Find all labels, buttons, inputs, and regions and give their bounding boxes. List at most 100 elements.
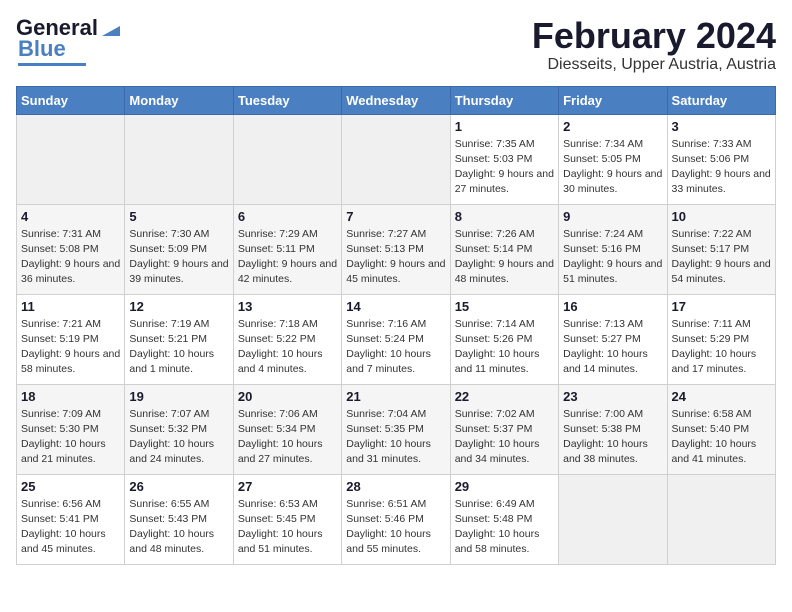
- header-cell-thursday: Thursday: [450, 86, 558, 114]
- header-cell-wednesday: Wednesday: [342, 86, 450, 114]
- day-number: 8: [455, 209, 554, 224]
- day-number: 7: [346, 209, 445, 224]
- page-header: General Blue February 2024 Diesseits, Up…: [16, 16, 776, 74]
- calendar-cell: 2 Sunrise: 7:34 AMSunset: 5:05 PMDaylight…: [559, 114, 667, 204]
- calendar-cell: 19 Sunrise: 7:07 AMSunset: 5:32 PMDayligh…: [125, 384, 233, 474]
- day-number: 13: [238, 299, 337, 314]
- calendar-cell: 27Sunrise: 6:53 AMSunset: 5:45 PMDayligh…: [233, 474, 341, 564]
- calendar-title: February 2024: [532, 16, 776, 56]
- calendar-cell: 7 Sunrise: 7:27 AMSunset: 5:13 PMDaylight…: [342, 204, 450, 294]
- day-info: Sunrise: 7:18 AMSunset: 5:22 PMDaylight:…: [238, 317, 337, 378]
- day-number: 17: [672, 299, 771, 314]
- day-info: Sunrise: 7:13 AMSunset: 5:27 PMDaylight:…: [563, 317, 662, 378]
- day-number: 6: [238, 209, 337, 224]
- header-cell-sunday: Sunday: [17, 86, 125, 114]
- day-info: Sunrise: 7:00 AMSunset: 5:38 PMDaylight:…: [563, 407, 662, 468]
- day-info: Sunrise: 7:21 AMSunset: 5:19 PMDaylight:…: [21, 317, 120, 378]
- day-number: 27: [238, 479, 337, 494]
- day-info: Sunrise: 7:35 AMSunset: 5:03 PMDaylight:…: [455, 137, 554, 198]
- day-number: 2: [563, 119, 662, 134]
- calendar-body: 1Sunrise: 7:35 AMSunset: 5:03 PMDaylight…: [17, 114, 776, 564]
- calendar-week-5: 25 Sunrise: 6:56 AMSunset: 5:41 PMDayligh…: [17, 474, 776, 564]
- day-info: Sunrise: 7:30 AMSunset: 5:09 PMDaylight:…: [129, 227, 228, 288]
- calendar-week-4: 18Sunrise: 7:09 AMSunset: 5:30 PMDayligh…: [17, 384, 776, 474]
- calendar-cell: [17, 114, 125, 204]
- calendar-cell: 25 Sunrise: 6:56 AMSunset: 5:41 PMDayligh…: [17, 474, 125, 564]
- calendar-week-1: 1Sunrise: 7:35 AMSunset: 5:03 PMDaylight…: [17, 114, 776, 204]
- day-number: 10: [672, 209, 771, 224]
- day-number: 19: [129, 389, 228, 404]
- header-cell-saturday: Saturday: [667, 86, 775, 114]
- day-info: Sunrise: 6:56 AMSunset: 5:41 PMDaylight:…: [21, 497, 120, 558]
- day-number: 25: [21, 479, 120, 494]
- calendar-cell: 22 Sunrise: 7:02 AMSunset: 5:37 PMDayligh…: [450, 384, 558, 474]
- calendar-cell: 12 Sunrise: 7:19 AMSunset: 5:21 PMDayligh…: [125, 294, 233, 384]
- day-info: Sunrise: 7:19 AMSunset: 5:21 PMDaylight:…: [129, 317, 228, 378]
- calendar-cell: 17Sunrise: 7:11 AMSunset: 5:29 PMDayligh…: [667, 294, 775, 384]
- calendar-week-3: 11 Sunrise: 7:21 AMSunset: 5:19 PMDayligh…: [17, 294, 776, 384]
- day-info: Sunrise: 7:33 AMSunset: 5:06 PMDaylight:…: [672, 137, 771, 198]
- calendar-cell: 9 Sunrise: 7:24 AMSunset: 5:16 PMDaylight…: [559, 204, 667, 294]
- day-number: 29: [455, 479, 554, 494]
- day-info: Sunrise: 7:16 AMSunset: 5:24 PMDaylight:…: [346, 317, 445, 378]
- day-number: 15: [455, 299, 554, 314]
- day-info: Sunrise: 7:06 AMSunset: 5:34 PMDaylight:…: [238, 407, 337, 468]
- day-info: Sunrise: 7:31 AMSunset: 5:08 PMDaylight:…: [21, 227, 120, 288]
- day-number: 24: [672, 389, 771, 404]
- calendar-cell: [342, 114, 450, 204]
- calendar-cell: 26Sunrise: 6:55 AMSunset: 5:43 PMDayligh…: [125, 474, 233, 564]
- calendar-subtitle: Diesseits, Upper Austria, Austria: [532, 56, 776, 74]
- day-info: Sunrise: 6:58 AMSunset: 5:40 PMDaylight:…: [672, 407, 771, 468]
- day-info: Sunrise: 7:09 AMSunset: 5:30 PMDaylight:…: [21, 407, 120, 468]
- day-number: 14: [346, 299, 445, 314]
- header-row: SundayMondayTuesdayWednesdayThursdayFrid…: [17, 86, 776, 114]
- logo-blue: Blue: [18, 36, 66, 62]
- calendar-cell: 16 Sunrise: 7:13 AMSunset: 5:27 PMDayligh…: [559, 294, 667, 384]
- day-number: 5: [129, 209, 228, 224]
- calendar-cell: 1Sunrise: 7:35 AMSunset: 5:03 PMDaylight…: [450, 114, 558, 204]
- day-info: Sunrise: 6:55 AMSunset: 5:43 PMDaylight:…: [129, 497, 228, 558]
- day-info: Sunrise: 7:27 AMSunset: 5:13 PMDaylight:…: [346, 227, 445, 288]
- day-number: 20: [238, 389, 337, 404]
- logo: General Blue: [16, 16, 122, 66]
- day-number: 28: [346, 479, 445, 494]
- calendar-cell: 21Sunrise: 7:04 AMSunset: 5:35 PMDayligh…: [342, 384, 450, 474]
- day-number: 21: [346, 389, 445, 404]
- calendar-cell: 13 Sunrise: 7:18 AMSunset: 5:22 PMDayligh…: [233, 294, 341, 384]
- header-cell-tuesday: Tuesday: [233, 86, 341, 114]
- calendar-cell: 15Sunrise: 7:14 AMSunset: 5:26 PMDayligh…: [450, 294, 558, 384]
- calendar-cell: 28 Sunrise: 6:51 AMSunset: 5:46 PMDayligh…: [342, 474, 450, 564]
- day-info: Sunrise: 7:02 AMSunset: 5:37 PMDaylight:…: [455, 407, 554, 468]
- calendar-cell: 18Sunrise: 7:09 AMSunset: 5:30 PMDayligh…: [17, 384, 125, 474]
- day-number: 22: [455, 389, 554, 404]
- day-info: Sunrise: 7:22 AMSunset: 5:17 PMDaylight:…: [672, 227, 771, 288]
- header-cell-monday: Monday: [125, 86, 233, 114]
- calendar-cell: [667, 474, 775, 564]
- day-number: 12: [129, 299, 228, 314]
- calendar-week-2: 4 Sunrise: 7:31 AMSunset: 5:08 PMDaylight…: [17, 204, 776, 294]
- logo-underline: [18, 63, 86, 66]
- calendar-cell: [559, 474, 667, 564]
- calendar-cell: 24 Sunrise: 6:58 AMSunset: 5:40 PMDayligh…: [667, 384, 775, 474]
- calendar-cell: 20 Sunrise: 7:06 AMSunset: 5:34 PMDayligh…: [233, 384, 341, 474]
- day-info: Sunrise: 6:49 AMSunset: 5:48 PMDaylight:…: [455, 497, 554, 558]
- day-number: 4: [21, 209, 120, 224]
- calendar-cell: [125, 114, 233, 204]
- day-number: 9: [563, 209, 662, 224]
- day-info: Sunrise: 7:34 AMSunset: 5:05 PMDaylight:…: [563, 137, 662, 198]
- calendar-header: SundayMondayTuesdayWednesdayThursdayFrid…: [17, 86, 776, 114]
- title-block: February 2024 Diesseits, Upper Austria, …: [532, 16, 776, 74]
- header-cell-friday: Friday: [559, 86, 667, 114]
- calendar-cell: 6 Sunrise: 7:29 AMSunset: 5:11 PMDaylight…: [233, 204, 341, 294]
- calendar-cell: 4 Sunrise: 7:31 AMSunset: 5:08 PMDaylight…: [17, 204, 125, 294]
- day-number: 16: [563, 299, 662, 314]
- day-info: Sunrise: 7:24 AMSunset: 5:16 PMDaylight:…: [563, 227, 662, 288]
- calendar-cell: 5 Sunrise: 7:30 AMSunset: 5:09 PMDaylight…: [125, 204, 233, 294]
- day-info: Sunrise: 6:51 AMSunset: 5:46 PMDaylight:…: [346, 497, 445, 558]
- calendar-cell: 3Sunrise: 7:33 AMSunset: 5:06 PMDaylight…: [667, 114, 775, 204]
- day-info: Sunrise: 7:07 AMSunset: 5:32 PMDaylight:…: [129, 407, 228, 468]
- day-info: Sunrise: 7:29 AMSunset: 5:11 PMDaylight:…: [238, 227, 337, 288]
- day-number: 11: [21, 299, 120, 314]
- calendar-cell: 11 Sunrise: 7:21 AMSunset: 5:19 PMDayligh…: [17, 294, 125, 384]
- logo-icon: [100, 16, 122, 38]
